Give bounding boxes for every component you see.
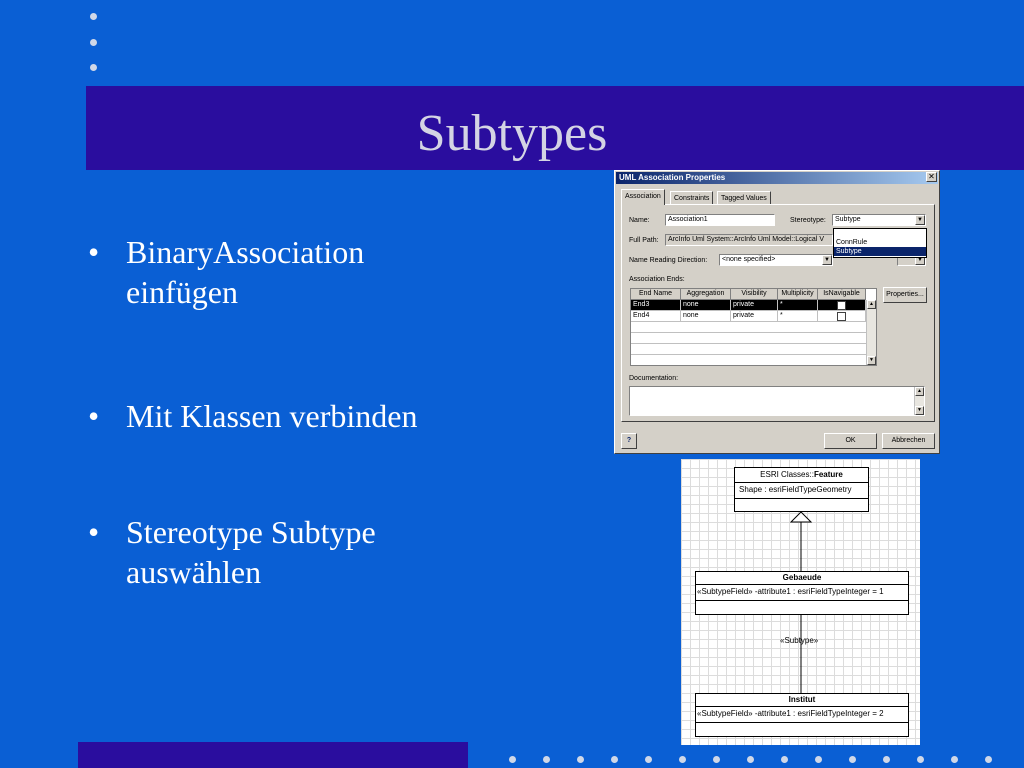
class-divider	[696, 722, 908, 723]
column-header[interactable]: Multiplicity	[778, 289, 818, 300]
decor-dot	[985, 756, 992, 763]
decor-dot	[917, 756, 924, 763]
class-divider	[696, 706, 908, 707]
decor-dot	[645, 756, 652, 763]
cancel-button[interactable]: Abbrechen	[882, 433, 935, 449]
dropdown-option[interactable]: ConnRule	[834, 238, 926, 247]
bullet-item: BinaryAssociation einfügen	[86, 232, 446, 312]
table-cell[interactable]: End4	[631, 311, 681, 322]
dropdown-option[interactable]	[834, 229, 926, 238]
table-cell	[631, 333, 866, 344]
decor-dot	[509, 756, 516, 763]
chevron-down-icon[interactable]: ▼	[915, 215, 925, 225]
class-divider	[735, 498, 868, 499]
decor-dot	[883, 756, 890, 763]
table-cell	[631, 344, 866, 355]
documentation-scrollbar[interactable]: ▲ ▼	[914, 387, 924, 415]
decor-dot	[713, 756, 720, 763]
reading-direction-select[interactable]: <none specified> ▼	[719, 254, 833, 266]
fullpath-label: Full Path:	[629, 237, 659, 244]
class-title: ESRI Classes::Feature	[735, 470, 868, 480]
class-attribute: «SubtypeField» -attribute1 : esriFieldTy…	[697, 709, 884, 718]
class-divider	[735, 482, 868, 483]
scroll-down-icon[interactable]: ▼	[915, 406, 924, 415]
class-divider	[696, 584, 908, 585]
close-icon[interactable]: ✕	[926, 172, 937, 182]
association-ends-label: Association Ends:	[629, 276, 685, 283]
properties-button[interactable]: Properties...	[883, 287, 927, 303]
reading-direction-value: <none specified>	[722, 256, 776, 263]
tab-constraints[interactable]: Constraints	[670, 191, 714, 205]
decor-dot	[815, 756, 822, 763]
stereotype-label: Stereotype:	[790, 217, 826, 224]
generalization-arrow	[789, 511, 813, 523]
class-name: Feature	[813, 470, 843, 479]
dialog-title: UML Association Properties	[616, 172, 938, 184]
class-institut[interactable]: Institut «SubtypeField» -attribute1 : es…	[695, 693, 909, 737]
tab-tagged-values[interactable]: Tagged Values	[717, 191, 771, 205]
dropdown-option[interactable]: Subtype	[834, 247, 926, 256]
isnavigable-checkbox[interactable]	[837, 312, 846, 321]
stereotype-select[interactable]: Subtype ▼	[832, 214, 926, 226]
uml-association-properties-dialog: UML Association Properties ✕ Association…	[614, 170, 940, 454]
scroll-down-icon[interactable]: ▼	[867, 356, 876, 365]
table-cell[interactable]: *	[778, 300, 818, 311]
bullet-item: Mit Klassen verbinden	[86, 396, 418, 436]
decor-dot	[577, 756, 584, 763]
decor-dot	[611, 756, 618, 763]
column-header[interactable]: Aggregation	[681, 289, 731, 300]
decor-dot	[90, 64, 97, 71]
stereotype-dropdown-list[interactable]: ConnRule Subtype	[833, 228, 927, 258]
documentation-textarea[interactable]: ▲ ▼	[629, 386, 925, 416]
decor-dot	[781, 756, 788, 763]
decor-dot	[849, 756, 856, 763]
table-cell[interactable]: End3	[631, 300, 681, 311]
table-cell[interactable]: none	[681, 300, 731, 311]
chevron-down-icon[interactable]: ▼	[822, 255, 832, 265]
decor-dot	[747, 756, 754, 763]
association-stereotype-label: «Subtype»	[780, 636, 819, 645]
class-attribute: Shape : esriFieldTypeGeometry	[739, 485, 852, 494]
table-cell[interactable]: none	[681, 311, 731, 322]
column-header[interactable]: End Name	[631, 289, 681, 300]
table-scrollbar[interactable]: ▲ ▼	[866, 300, 876, 365]
class-feature[interactable]: ESRI Classes::Feature Shape : esriFieldT…	[734, 467, 869, 512]
column-header[interactable]: IsNavigable	[818, 289, 866, 300]
table-cell[interactable]: private	[731, 311, 778, 322]
column-header[interactable]: Visibility	[731, 289, 778, 300]
table-cell	[631, 322, 866, 333]
class-divider	[696, 600, 908, 601]
ok-button[interactable]: OK	[824, 433, 877, 449]
decor-dot	[90, 13, 97, 20]
table-cell[interactable]: *	[778, 311, 818, 322]
slide-title: Subtypes	[416, 105, 608, 162]
class-attribute: «SubtypeField» -attribute1 : esriFieldTy…	[697, 587, 884, 596]
documentation-label: Documentation:	[629, 375, 679, 382]
stereotype-value: Subtype	[835, 216, 861, 223]
scroll-up-icon[interactable]: ▲	[915, 387, 924, 396]
decor-dot	[543, 756, 550, 763]
name-label: Name:	[629, 217, 650, 224]
decor-dot	[679, 756, 686, 763]
decor-dot	[90, 39, 97, 46]
tab-association[interactable]: Association	[621, 189, 665, 205]
class-name: Institut	[788, 695, 816, 704]
isnavigable-checkbox[interactable]	[837, 301, 846, 310]
decor-dot	[951, 756, 958, 763]
uml-diagram: ESRI Classes::Feature Shape : esriFieldT…	[681, 459, 920, 745]
reading-direction-label: Name Reading Direction:	[629, 257, 708, 264]
fullpath-field: ArcInfo Uml System::ArcInfo Uml Model::L…	[665, 234, 833, 246]
class-name: Gebaeude	[782, 573, 822, 582]
help-button[interactable]: ?	[621, 433, 637, 449]
bullet-item: Stereotype Subtype auswählen	[86, 512, 446, 592]
table-cell[interactable]: private	[731, 300, 778, 311]
name-input[interactable]: Association1	[665, 214, 775, 226]
bottom-band	[78, 742, 468, 768]
scroll-up-icon[interactable]: ▲	[867, 300, 876, 309]
class-namespace: ESRI Classes::	[760, 470, 814, 479]
class-gebaeude[interactable]: Gebaeude «SubtypeField» -attribute1 : es…	[695, 571, 909, 615]
association-ends-table[interactable]: End Name Aggregation Visibility Multipli…	[630, 288, 877, 366]
